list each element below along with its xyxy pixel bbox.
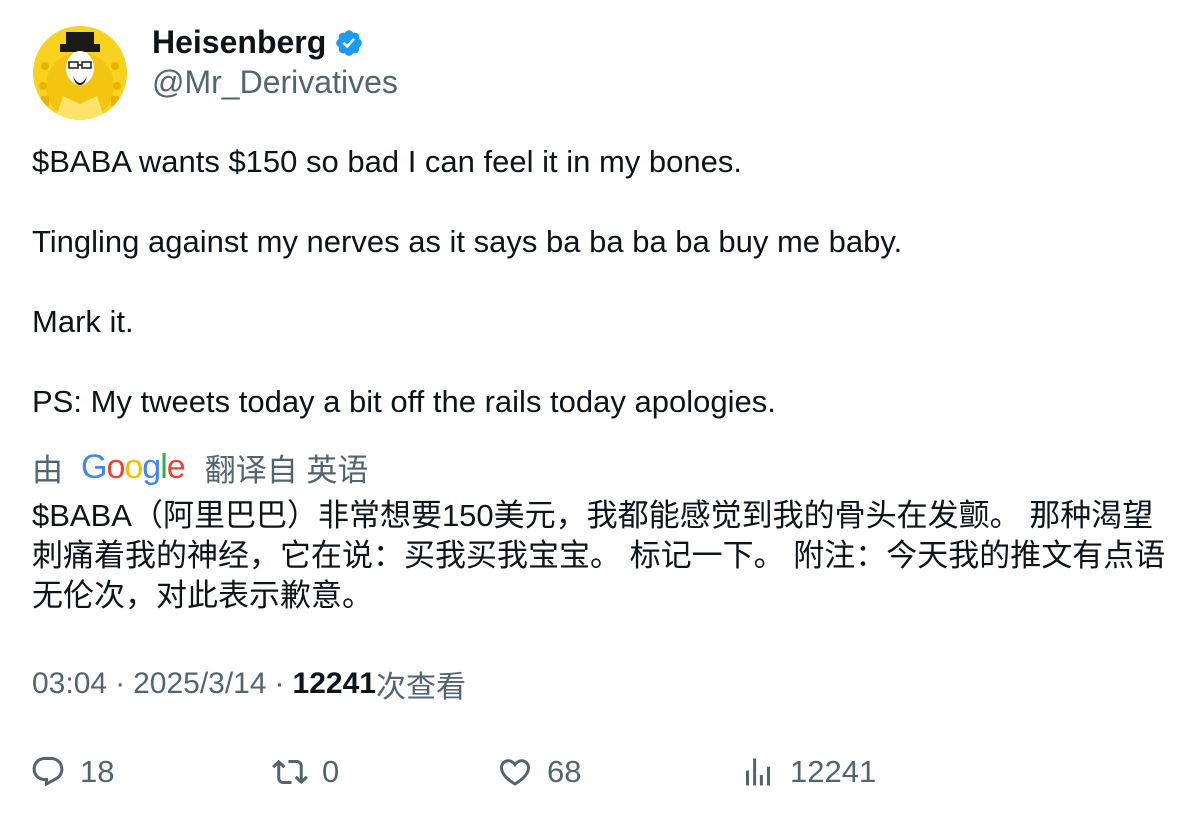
google-logo[interactable]: Google <box>81 448 186 487</box>
verified-badge-icon[interactable] <box>334 27 364 57</box>
author-display-name[interactable]: Heisenberg <box>152 22 364 62</box>
tweet-text: $BABA wants $150 so bad I can feel it in… <box>32 144 903 419</box>
meta-separator: · <box>115 667 126 700</box>
retweet-button[interactable]: 0 <box>272 750 339 794</box>
retweet-icon <box>272 759 308 785</box>
translated-text: $BABA（阿里巴巴）非常想要150美元，我都能感觉到我的骨头在发颤。 那种渴望… <box>32 498 1166 613</box>
translation-from-label[interactable]: 翻译自 英语 <box>205 445 369 490</box>
like-count: 68 <box>547 754 582 789</box>
avatar[interactable] <box>33 26 127 120</box>
author-handle[interactable]: @Mr_Derivatives <box>152 62 398 102</box>
meta-separator: · <box>274 667 285 700</box>
like-button[interactable]: 68 <box>497 750 581 794</box>
retweet-count: 0 <box>322 754 340 789</box>
analytics-icon <box>746 758 770 786</box>
display-name-text: Heisenberg <box>152 24 327 60</box>
reply-count: 18 <box>80 754 115 789</box>
views-count: 12241 <box>292 667 376 700</box>
tweet-date[interactable]: 2025/3/14 <box>133 667 266 701</box>
tweet-actions: 18 0 68 12241 <box>30 750 1170 794</box>
heisenberg-avatar-icon <box>33 26 127 120</box>
reply-button[interactable]: 18 <box>30 750 114 794</box>
tweet-meta: 03:04 · 2025/3/14 · 12241 次查看 <box>32 664 466 704</box>
views-button[interactable]: 12241 <box>740 750 876 794</box>
heart-icon <box>499 759 531 786</box>
tweet-time[interactable]: 03:04 <box>32 667 107 701</box>
views-label: 次查看 <box>375 671 466 704</box>
translation-by-label: 由 <box>32 452 63 488</box>
reply-icon <box>32 757 64 787</box>
translation-attribution: 由 Google 翻译自 英语 <box>32 445 369 490</box>
views-action-count: 12241 <box>790 754 877 789</box>
